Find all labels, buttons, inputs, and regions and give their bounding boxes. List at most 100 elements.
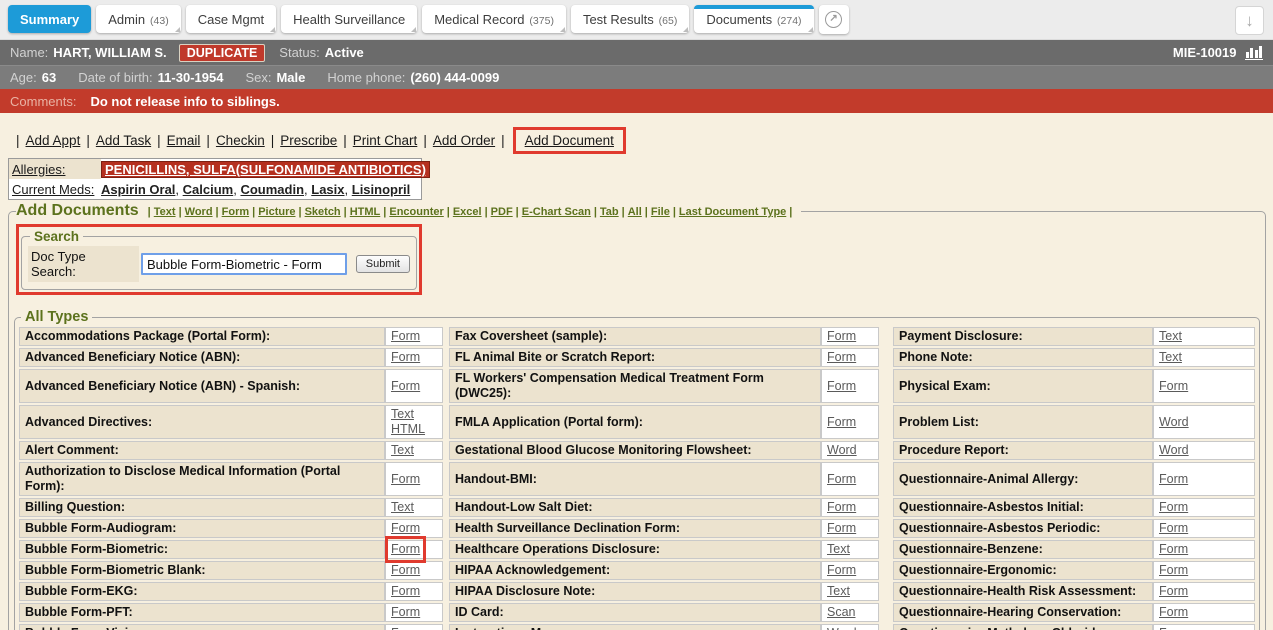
form-doc-link[interactable]: Form [1159, 500, 1188, 515]
add-document-link[interactable]: Add Document [525, 133, 614, 148]
form-doc-link[interactable]: Form [1159, 563, 1188, 578]
doc-type-label: Questionnaire-Benzene: [893, 540, 1153, 559]
form-doc-link[interactable]: Form [391, 329, 420, 344]
quick-actions-row: |Add Appt|Add Task|Email|Checkin|Prescri… [0, 113, 1273, 156]
text-doc-link[interactable]: Text [391, 443, 414, 458]
duplicate-badge[interactable]: DUPLICATE [179, 44, 266, 62]
doc-type-label: HIPAA Disclosure Note: [449, 582, 821, 601]
quick-link-pdf[interactable]: PDF [491, 206, 513, 218]
word-doc-link[interactable]: Word [1159, 443, 1189, 458]
form-doc-link[interactable]: Form [391, 521, 420, 536]
submit-button[interactable]: Submit [356, 255, 410, 273]
text-doc-link[interactable]: Text [391, 500, 414, 515]
med-link[interactable]: Coumadin [240, 182, 304, 197]
word-doc-link[interactable]: Word [1159, 415, 1189, 430]
form-doc-link[interactable]: Form [1159, 605, 1188, 620]
quick-link-last-document-type[interactable]: Last Document Type [679, 206, 786, 218]
tab-medical-record[interactable]: Medical Record (375) [422, 5, 566, 33]
quick-link-tab[interactable]: Tab [600, 206, 619, 218]
quick-link-e-chart-scan[interactable]: E-Chart Scan [522, 206, 591, 218]
form-doc-link[interactable]: Form [827, 521, 856, 536]
quick-link-html[interactable]: HTML [350, 206, 381, 218]
tab-health-surveillance[interactable]: Health Surveillance [281, 5, 417, 33]
med-link[interactable]: Lisinopril [352, 182, 411, 197]
doc-type-link-cell: Form [821, 348, 879, 367]
form-doc-link[interactable]: Form [827, 472, 856, 487]
tab-summary[interactable]: Summary [8, 5, 91, 33]
prescribe-link[interactable]: Prescribe [280, 133, 337, 148]
quick-link-encounter[interactable]: Encounter [389, 206, 443, 218]
tab-dropdown-notch [175, 27, 180, 32]
word-doc-link[interactable]: Word [827, 443, 857, 458]
add-order-link[interactable]: Add Order [433, 133, 495, 148]
print-chart-link[interactable]: Print Chart [353, 133, 418, 148]
text-doc-link[interactable]: Text [1159, 329, 1182, 344]
form-doc-link[interactable]: Form [827, 329, 856, 344]
doc-type-link-cell: Text [821, 582, 879, 601]
form-doc-link[interactable]: Form [391, 605, 420, 620]
text-doc-link[interactable]: Text [827, 542, 850, 557]
doc-type-link-cell: Word [821, 441, 879, 460]
text-doc-link[interactable]: Text [827, 584, 850, 599]
quick-link-all[interactable]: All [628, 206, 642, 218]
scan-doc-link[interactable]: Scan [827, 605, 856, 620]
form-doc-link[interactable]: Form [391, 350, 420, 365]
search-legend: Search [30, 229, 83, 244]
doc-type-link-cell: Form [385, 582, 443, 601]
form-doc-link[interactable]: Form [827, 350, 856, 365]
text-doc-link[interactable]: Text [1159, 350, 1182, 365]
doc-type-label: Advanced Beneficiary Notice (ABN): [19, 348, 385, 367]
form-doc-link[interactable]: Form [1159, 584, 1188, 599]
word-doc-link[interactable]: Word [827, 626, 857, 630]
checkin-link[interactable]: Checkin [216, 133, 265, 148]
tab-documents[interactable]: Documents (274) [694, 5, 813, 33]
separator: | [622, 206, 625, 218]
form-doc-link[interactable]: Form [1159, 626, 1188, 630]
separator: | [86, 133, 90, 148]
form-doc-link[interactable]: Form [1159, 521, 1188, 536]
quick-link-form[interactable]: Form [222, 206, 250, 218]
quick-link-excel[interactable]: Excel [453, 206, 482, 218]
med-link[interactable]: Calcium [183, 182, 234, 197]
doc-type-search-input[interactable] [141, 253, 347, 275]
add-appt-link[interactable]: Add Appt [26, 133, 81, 148]
allergies-link[interactable]: Allergies: [12, 162, 65, 177]
med-link[interactable]: Aspirin Oral [101, 182, 175, 197]
documents-popout-button[interactable]: ↗ [819, 5, 849, 34]
html-doc-link[interactable]: HTML [391, 422, 437, 437]
form-doc-link[interactable]: Form [391, 563, 420, 578]
form-doc-link[interactable]: Form [1159, 379, 1188, 394]
form-doc-link[interactable]: Form [827, 500, 856, 515]
tab-dropdown-notch [411, 27, 416, 32]
quick-link-text[interactable]: Text [154, 206, 176, 218]
allergy-list[interactable]: PENICILLINS, SULFA(SULFONAMIDE ANTIBIOTI… [101, 161, 430, 178]
quick-link-file[interactable]: File [651, 206, 670, 218]
flowsheet-chart-icon[interactable] [1245, 46, 1264, 60]
form-doc-link[interactable]: Form [391, 472, 420, 487]
current-meds-link[interactable]: Current Meds: [12, 182, 94, 197]
form-doc-link[interactable]: Form [391, 379, 420, 394]
med-link[interactable]: Lasix [311, 182, 344, 197]
text-doc-link[interactable]: Text [391, 407, 437, 422]
form-doc-link[interactable]: Form [1159, 542, 1188, 557]
tab-case-mgmt[interactable]: Case Mgmt [186, 5, 276, 33]
download-chart-button[interactable]: ↓ [1235, 6, 1264, 35]
form-doc-link[interactable]: Form [827, 415, 856, 430]
form-doc-link[interactable]: Form [391, 584, 420, 599]
form-doc-link[interactable]: Form [827, 379, 856, 394]
doc-type-link-cell: Form [1153, 561, 1255, 580]
email-link[interactable]: Email [167, 133, 201, 148]
form-doc-link[interactable]: Form [827, 563, 856, 578]
quick-link-picture[interactable]: Picture [258, 206, 295, 218]
doc-type-link-cell: Text [1153, 327, 1255, 346]
quick-link-word[interactable]: Word [185, 206, 213, 218]
doc-type-link-cell: Form [385, 462, 443, 496]
quick-link-sketch[interactable]: Sketch [305, 206, 341, 218]
add-task-link[interactable]: Add Task [96, 133, 151, 148]
tab-test-results[interactable]: Test Results (65) [571, 5, 689, 33]
form-doc-link[interactable]: Form [391, 626, 420, 630]
tab-admin[interactable]: Admin (43) [96, 5, 180, 33]
doc-type-row: Authorization to Disclose Medical Inform… [19, 462, 1255, 496]
form-doc-link[interactable]: Form [1159, 472, 1188, 487]
form-doc-link[interactable]: Form [391, 542, 420, 557]
